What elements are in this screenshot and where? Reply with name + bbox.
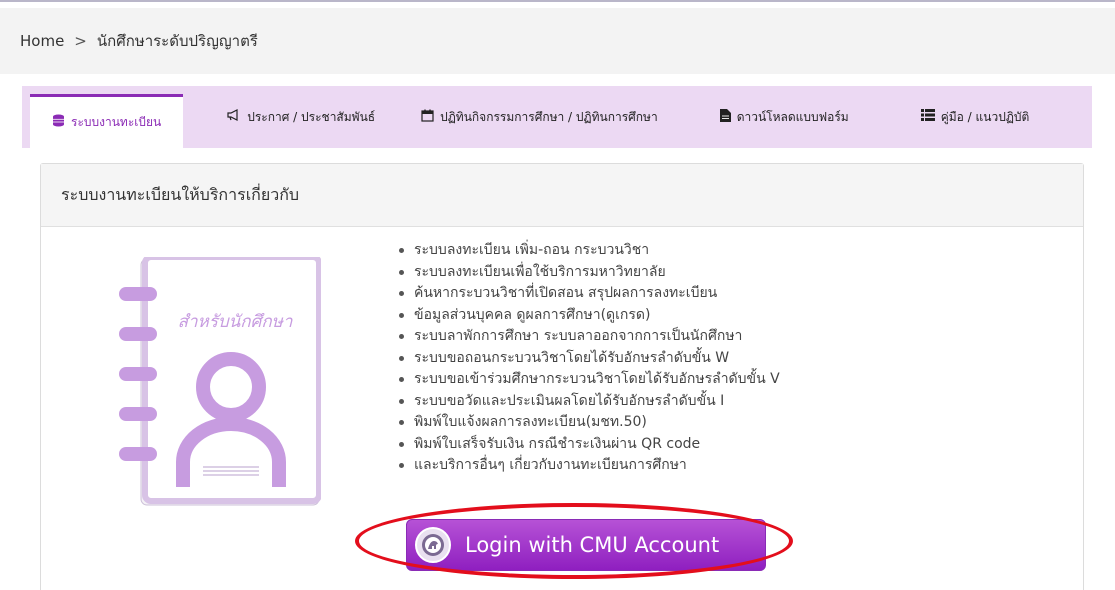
list-item: ระบบลาพักการศึกษา ระบบลาออกจากการเป็นนัก… [399,326,780,348]
list-item: ระบบขอเข้าร่วมศึกษากระบวนวิชาโดยได้รับอั… [399,369,780,391]
panel-title: ระบบงานทะเบียนให้บริการเกี่ยวกับ [41,164,1083,227]
database-icon [52,114,65,131]
tab-label: ประกาศ / ประชาสัมพันธ์ [247,109,376,124]
breadcrumb-current: นักศึกษาระดับปริญญาตรี [96,32,258,50]
services-list: ระบบลงทะเบียน เพิ่ม-ถอน กระบวนวิชา ระบบล… [399,240,780,477]
calendar-icon [421,109,434,126]
breadcrumb-home-link[interactable]: Home [20,32,64,50]
bullhorn-icon [227,109,241,125]
list-item: และบริการอื่นๆ เกี่ยวกับงานทะเบียนการศึก… [399,455,780,477]
list-item: ข้อมูลส่วนบุคคล ดูผลการศึกษา(ดูเกรด) [399,305,780,327]
breadcrumb: Home > นักศึกษาระดับปริญญาตรี [0,8,1115,74]
tab-label: ดาวน์โหลดแบบฟอร์ม [736,109,849,124]
breadcrumb-separator: > [74,32,87,50]
list-item: ระบบลงทะเบียนเพื่อใช้บริการมหาวิทยาลัย [399,262,780,284]
list-item: พิมพ์ใบแจ้งผลการลงทะเบียน(มชท.50) [399,412,780,434]
tab-calendar[interactable]: ปฏิทินกิจกรรมการศึกษา / ปฏิทินการศึกษา [403,86,676,148]
tab-bar: ระบบงานทะเบียน ประกาศ / ประชาสัมพันธ์ ปฏ… [22,86,1092,148]
tab-label: คู่มือ / แนวปฏิบัติ [940,109,1030,124]
list-item: ค้นหากระบวนวิชาที่เปิดสอน สรุปผลการลงทะเ… [399,283,780,305]
list-item: ระบบลงทะเบียน เพิ่ม-ถอน กระบวนวิชา [399,240,780,262]
top-border [0,0,1115,8]
illustration-caption: สำหรับนักศึกษา [178,312,293,332]
tab-label: ระบบงานทะเบียน [71,115,162,129]
list-item: ระบบขอถอนกระบวนวิชาโดยได้รับอักษรลำดับขั… [399,348,780,370]
list-item: ระบบขอวัดและประเมินผลโดยได้รับอักษรลำดับ… [399,391,780,413]
list-icon [920,109,935,125]
illustration-badge: CMU [214,442,248,460]
list-item: พิมพ์ใบเสร็จรับเงิน กรณีชำระเงินผ่าน QR … [399,434,780,456]
highlight-annotation-circle [355,503,793,579]
tab-announcements[interactable]: ประกาศ / ประชาสัมพันธ์ [209,86,393,148]
tab-label: ปฏิทินกิจกรรมการศึกษา / ปฏิทินการศึกษา [440,109,658,124]
student-notebook-illustration: สำหรับนักศึกษา CMU [111,254,322,511]
tab-manuals[interactable]: คู่มือ / แนวปฏิบัติ [903,86,1048,148]
tab-registration[interactable]: ระบบงานทะเบียน [30,94,184,148]
tab-downloads[interactable]: ดาวน์โหลดแบบฟอร์ม [702,86,867,148]
file-icon [719,108,731,126]
